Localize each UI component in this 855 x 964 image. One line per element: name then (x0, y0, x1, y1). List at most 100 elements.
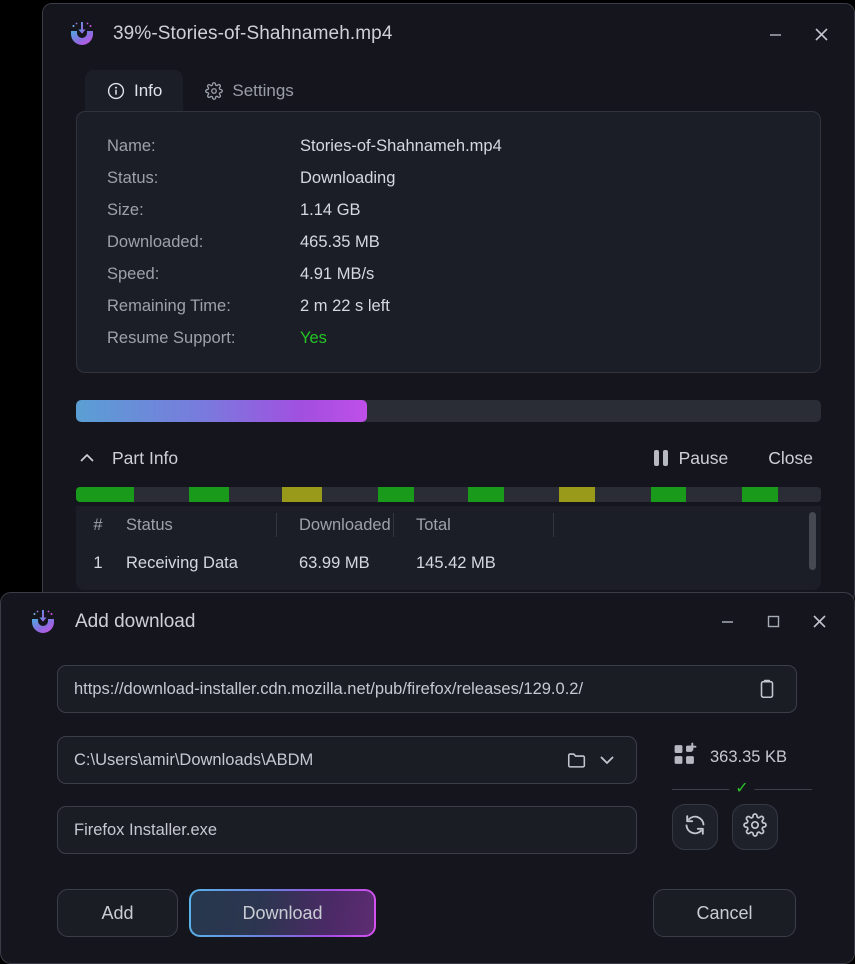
column-header-status: Status (120, 513, 277, 537)
file-size-value: 363.35 KB (710, 747, 788, 766)
info-row: Status: Downloading (107, 162, 820, 194)
add-dialog-window-controls (704, 593, 842, 650)
part-segment (468, 487, 504, 502)
download-progress-bar (76, 400, 821, 422)
cell-total: 145.42 MB (416, 553, 496, 572)
url-input[interactable]: https://download-installer.cdn.mozilla.n… (57, 665, 797, 713)
save-path-input[interactable]: C:\Users\amir\Downloads\ABDM (57, 736, 637, 784)
download-progress-window: 39%-Stories-of-Shahnameh.mp4 Info Settin… (42, 3, 855, 604)
parts-table-header: # Status Downloaded Total (76, 506, 821, 544)
table-row[interactable]: 1 Receiving Data 63.99 MB 145.42 MB (76, 544, 821, 582)
info-label: Name: (107, 136, 156, 155)
column-header-num: # (93, 515, 103, 534)
minimize-icon[interactable] (704, 601, 750, 643)
close-icon[interactable] (796, 601, 842, 643)
column-header-total: Total (394, 513, 554, 537)
info-value: Downloading (300, 168, 396, 187)
part-segment (777, 487, 821, 502)
tab-info-label: Info (134, 80, 163, 100)
info-value: Stories-of-Shahnameh.mp4 (300, 136, 502, 155)
info-row: Speed: 4.91 MB/s (107, 258, 820, 290)
check-icon: ✓ (729, 780, 755, 798)
info-label: Remaining Time: (107, 296, 231, 315)
cell-status: Receiving Data (126, 553, 238, 572)
part-segment (414, 487, 469, 502)
part-segment (322, 487, 378, 502)
part-segment (594, 487, 651, 502)
tab-settings[interactable]: Settings (183, 70, 314, 111)
add-dialog-title: Add download (75, 610, 196, 632)
tab-settings-label: Settings (232, 80, 294, 100)
tab-info[interactable]: Info (85, 70, 184, 111)
filename-value: Firefox Installer.exe (74, 820, 218, 839)
add-button[interactable]: Add (57, 889, 178, 937)
download-window-title: 39%-Stories-of-Shahnameh.mp4 (113, 23, 393, 44)
filename-input[interactable]: Firefox Installer.exe (57, 806, 637, 854)
part-segment (228, 487, 283, 502)
download-progress-fill (76, 400, 367, 422)
size-row: 363.35 KB (672, 742, 812, 772)
minimize-icon[interactable] (752, 13, 798, 55)
info-row: Downloaded: 465.35 MB (107, 226, 820, 258)
cell-downloaded: 63.99 MB (299, 553, 370, 572)
info-value: 465.35 MB (300, 232, 380, 251)
info-value-resume-support: Yes (300, 328, 327, 347)
info-label: Downloaded: (107, 232, 204, 251)
chevron-down-icon[interactable] (592, 745, 622, 775)
info-value: 2 m 22 s left (300, 296, 390, 315)
download-button[interactable]: Download (189, 889, 376, 937)
close-download-button[interactable]: Close (760, 444, 821, 473)
add-dialog-titlebar: Add download (1, 593, 854, 650)
size-panel: 363.35 KB ✓ (672, 742, 812, 850)
cell-status: Receiving Data (120, 589, 277, 590)
part-info-label: Part Info (112, 447, 179, 468)
gear-icon (204, 81, 223, 100)
info-label: Size: (107, 200, 144, 219)
cell-downloaded: 62.53 MB (277, 589, 394, 590)
refresh-button[interactable] (672, 804, 718, 850)
info-label: Resume Support: (107, 328, 236, 347)
part-segment (742, 487, 778, 502)
settings-button[interactable] (732, 804, 778, 850)
maximize-icon[interactable] (750, 601, 796, 643)
part-segments-bar (76, 487, 821, 502)
part-segment (650, 487, 687, 502)
size-panel-actions (672, 804, 812, 850)
save-path-value: C:\Users\amir\Downloads\ABDM (74, 750, 314, 769)
download-info-card: Name: Stories-of-Shahnameh.mp4 Status: D… (76, 111, 821, 373)
download-window-tabs: Info Settings (43, 64, 854, 111)
part-segment (76, 487, 135, 502)
part-segment (686, 487, 743, 502)
part-segment (503, 487, 560, 502)
clipboard-icon[interactable] (752, 674, 782, 704)
pause-button[interactable]: Pause (646, 444, 736, 473)
part-info-header: Part Info Pause Close (76, 438, 821, 478)
part-segment (134, 487, 189, 502)
info-circle-icon (106, 81, 125, 100)
abdm-download-icon (67, 19, 97, 49)
info-value: 1.14 GB (300, 200, 361, 219)
cell-total: 145.42 MB (394, 589, 554, 590)
parts-table: # Status Downloaded Total 1 Receiving Da… (76, 506, 821, 590)
table-row[interactable]: 2 Receiving Data 62.53 MB 145.42 MB (76, 582, 821, 590)
close-label: Close (768, 447, 813, 468)
info-row: Size: 1.14 GB (107, 194, 820, 226)
info-label: Speed: (107, 264, 160, 283)
info-label: Status: (107, 168, 159, 187)
cancel-button[interactable]: Cancel (653, 889, 796, 937)
pause-label: Pause (678, 447, 729, 468)
download-window-controls (752, 4, 844, 64)
folder-icon[interactable] (562, 745, 592, 775)
part-segment (377, 487, 415, 502)
close-icon[interactable] (798, 13, 844, 55)
part-segment (188, 487, 229, 502)
info-row: Resume Support: Yes (107, 322, 820, 354)
screen-root: 39%-Stories-of-Shahnameh.mp4 Info Settin… (0, 0, 855, 964)
add-parts-icon[interactable] (672, 742, 697, 772)
parts-table-scrollbar[interactable] (809, 512, 816, 570)
pause-icon (654, 450, 668, 466)
part-segment (559, 487, 595, 502)
size-divider: ✓ (672, 780, 812, 798)
chevron-up-icon[interactable] (76, 447, 98, 469)
info-row: Remaining Time: 2 m 22 s left (107, 290, 820, 322)
